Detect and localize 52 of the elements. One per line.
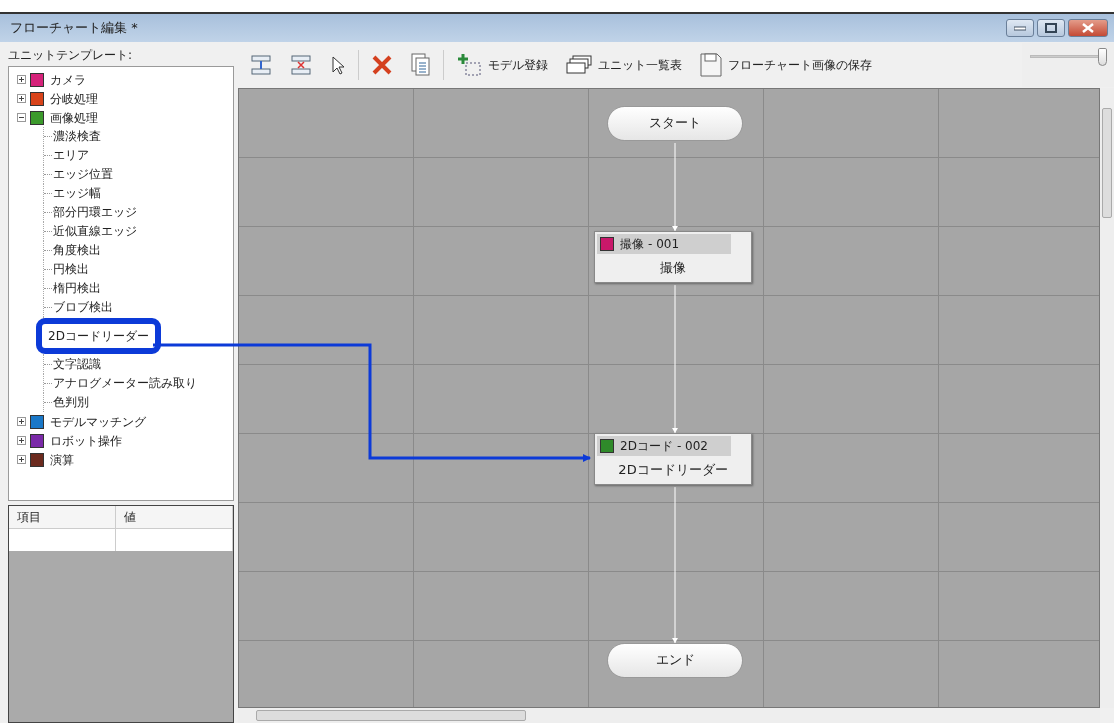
toolbar-button[interactable]: モデル登録 (450, 50, 554, 80)
expand-icon[interactable] (17, 417, 26, 426)
toolbar-button[interactable]: ユニット一覧表 (560, 52, 688, 78)
unit-number: - 001 (648, 236, 680, 253)
add-connection-icon (250, 54, 272, 76)
windows-icon (566, 55, 592, 75)
remove-connection-icon (290, 54, 312, 76)
tree-item[interactable]: エリア (53, 146, 89, 165)
copy-icon (411, 53, 431, 77)
unit-name: 撮像 (620, 236, 644, 253)
expand-icon[interactable] (17, 75, 26, 84)
highlighted-tree-item[interactable]: 2Dコードリーダー (36, 318, 161, 354)
window-title: フローチャート編集 * (10, 19, 138, 38)
tree-item[interactable]: 分岐処理 (50, 89, 98, 108)
tree-item[interactable]: 角度検出 (53, 241, 101, 260)
expand-icon[interactable] (17, 455, 26, 464)
maximize-button[interactable] (1037, 19, 1065, 37)
tree-item[interactable]: エッジ幅 (53, 184, 101, 203)
unit-name: 2Dコード (620, 438, 673, 455)
tree-item[interactable]: 文字認識 (53, 355, 101, 374)
pointer-icon (330, 54, 346, 76)
minimize-icon (1014, 25, 1026, 31)
close-button[interactable] (1068, 19, 1108, 37)
save-icon (700, 53, 722, 77)
tree-item[interactable]: 演算 (50, 450, 74, 469)
toolbar-button[interactable]: フローチャート画像の保存 (694, 50, 878, 80)
tree-item[interactable]: アナログメーター読み取り (53, 374, 197, 393)
collapse-icon[interactable] (17, 113, 26, 122)
unit-label: 撮像 (659, 259, 687, 277)
expand-icon[interactable] (17, 94, 26, 103)
close-icon (1082, 23, 1094, 33)
tree-item[interactable]: 部分円環エッジ (53, 203, 137, 222)
tree-item[interactable]: カメラ (50, 70, 86, 89)
tree-item[interactable]: 色判別 (53, 393, 89, 412)
delete-icon (371, 54, 393, 76)
maximize-icon (1045, 23, 1057, 33)
unit-label: 2Dコードリーダー (617, 461, 729, 479)
tree-item[interactable]: ロボット操作 (50, 431, 122, 450)
terminal-node: エンド (607, 643, 743, 678)
tree-item[interactable]: エッジ位置 (53, 165, 113, 184)
tree-item[interactable]: モデルマッチング (50, 412, 146, 431)
unit-number: - 002 (676, 438, 708, 455)
terminal-node: スタート (607, 106, 743, 141)
tree-item[interactable]: ブロブ検出 (53, 298, 113, 317)
tree-item[interactable]: 近似直線エッジ (53, 222, 137, 241)
expand-icon[interactable] (17, 436, 26, 445)
tree-item[interactable]: 濃淡検査 (53, 127, 101, 146)
tree-item[interactable]: 円検出 (53, 260, 89, 279)
tree-item[interactable]: 楕円検出 (53, 279, 101, 298)
add-model-icon (456, 53, 482, 77)
panel-label: ユニットテンプレート: (8, 47, 134, 64)
tree-item[interactable]: 画像処理 (50, 108, 98, 127)
